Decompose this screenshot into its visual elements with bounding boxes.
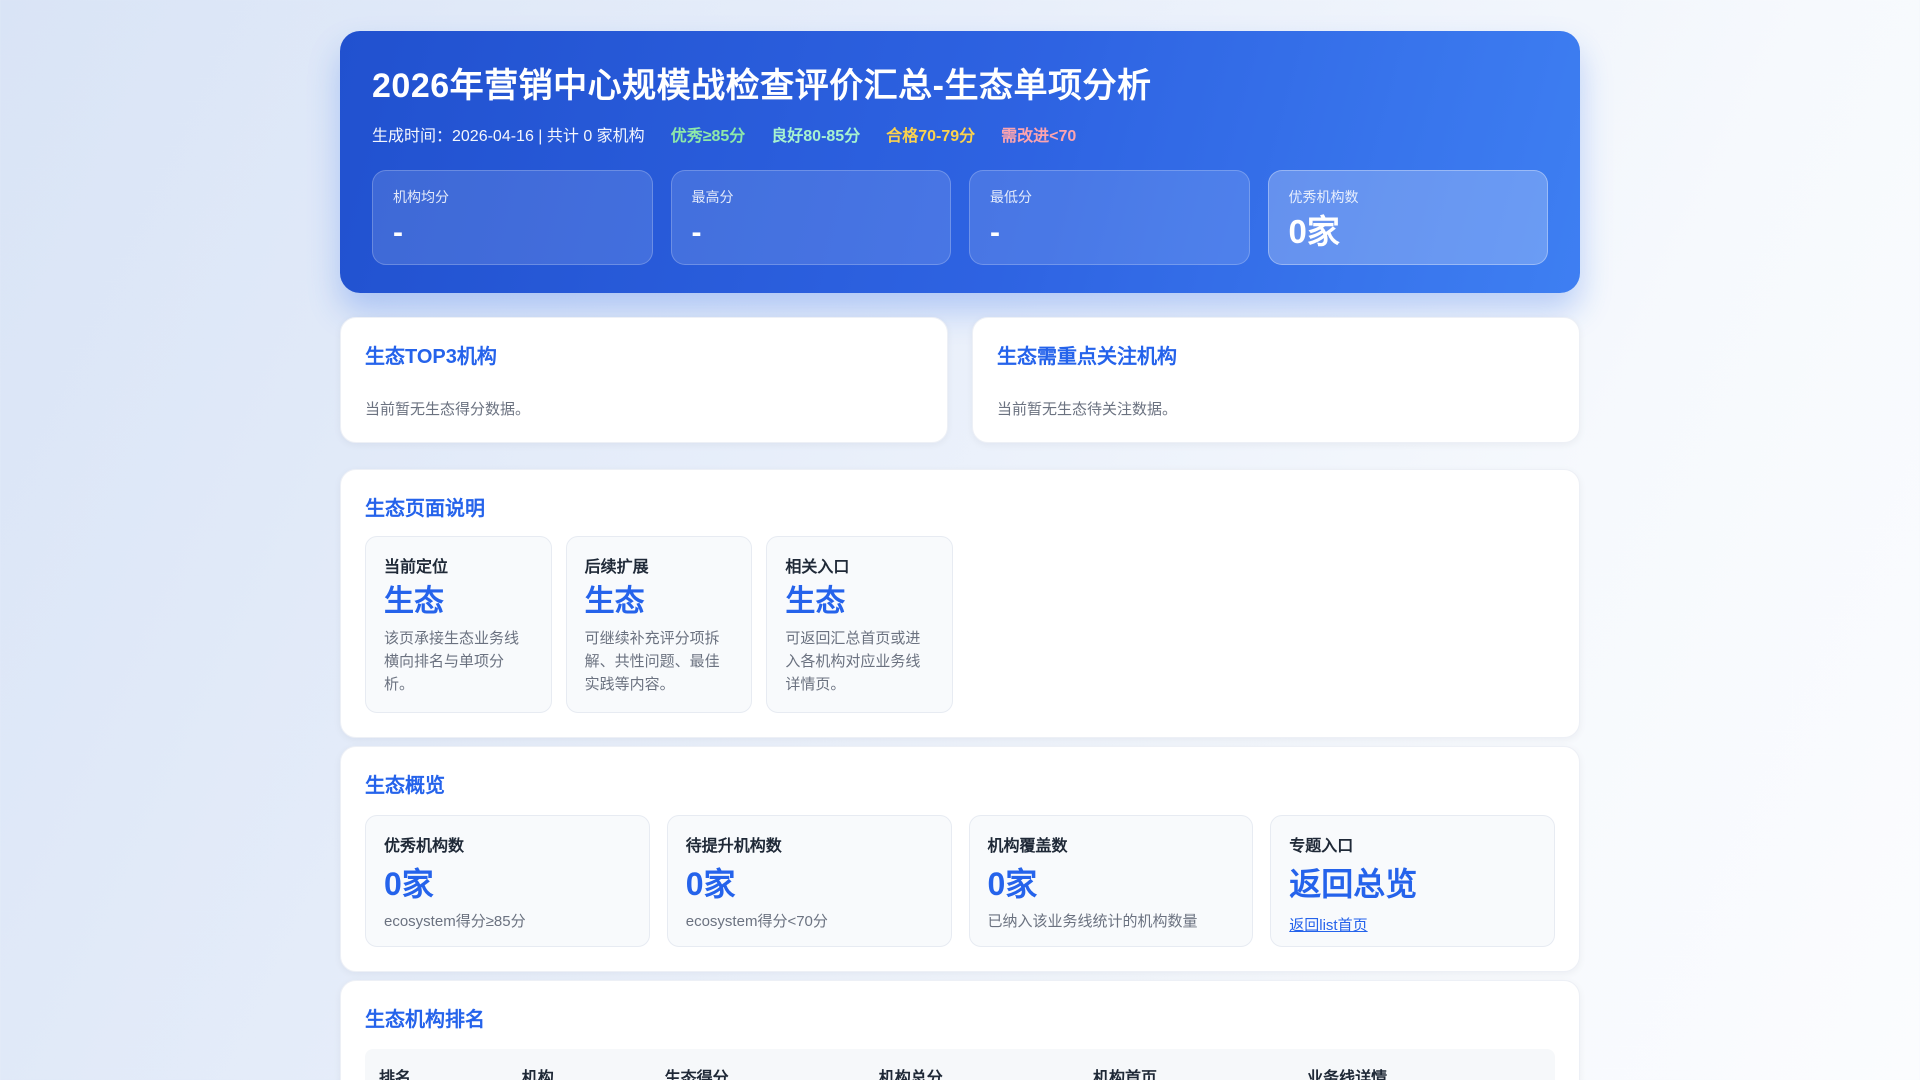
note-label: 相关入口 bbox=[785, 559, 850, 576]
overview-label: 专题入口 bbox=[1289, 838, 1354, 856]
note-label: 当前定位 bbox=[384, 559, 449, 576]
stat-value: 0家 bbox=[1288, 212, 1340, 250]
report-meta: 生成时间：2026-04-16 | 共计 0 家机构 优秀≥85分 良好80-8… bbox=[372, 122, 1548, 146]
page-title: 2026年营销中心规模战检查评价汇总-生态单项分析 bbox=[372, 67, 1152, 105]
top3-empty-text: 当前暂无生态得分数据。 bbox=[365, 401, 531, 418]
back-to-overview-link[interactable]: 返回总览 bbox=[1289, 864, 1536, 904]
col-institution-home: 机构首页 bbox=[1092, 1070, 1157, 1080]
note-card-current-position: 当前定位 生态 该页承接生态业务线横向排名与单项分析。 bbox=[365, 536, 552, 714]
note-card-related-entry: 相关入口 生态 可返回汇总首页或进入各机构对应业务线详情页。 bbox=[766, 536, 953, 714]
ranking-table: 排名 机构 生态得分 机构总分 机构首页 业务线详情 bbox=[365, 1049, 1555, 1080]
stat-card-avg-score: 机构均分 - bbox=[372, 169, 653, 265]
focus-card: 生态需重点关注机构 当前暂无生态待关注数据。 bbox=[972, 317, 1580, 443]
stat-label: 最高分 bbox=[691, 188, 734, 205]
focus-title: 生态需重点关注机构 bbox=[997, 346, 1177, 368]
overview-label: 待提升机构数 bbox=[685, 838, 782, 856]
stat-card-max-score: 最高分 - bbox=[670, 169, 951, 265]
overview-card-coverage-count: 机构覆盖数 0家 已纳入该业务线统计的机构数量 bbox=[968, 815, 1254, 948]
summary-cards-row: 生态TOP3机构 当前暂无生态得分数据。 生态需重点关注机构 当前暂无生态待关注… bbox=[340, 317, 1580, 443]
col-rank: 排名 bbox=[379, 1070, 412, 1080]
note-desc: 该页承接生态业务线横向排名与单项分析。 bbox=[384, 629, 520, 694]
ranking-title: 生态机构排名 bbox=[365, 1009, 485, 1032]
overview-card: 生态概览 优秀机构数 0家 ecosystem得分≥85分 待提升机构数 0家 … bbox=[340, 746, 1580, 973]
ranking-card: 生态机构排名 排名 机构 生态得分 机构总分 机构首页 业务线详情 bbox=[340, 980, 1580, 1080]
generated-time-text: 生成时间：2026-04-16 | 共计 0 家机构 bbox=[372, 127, 645, 145]
focus-empty-text: 当前暂无生态待关注数据。 bbox=[997, 401, 1178, 418]
stat-card-excellent-count: 优秀机构数 0家 bbox=[1267, 169, 1548, 265]
stat-card-min-score: 最低分 - bbox=[969, 169, 1250, 265]
note-value: 生态 bbox=[384, 585, 444, 618]
report-page: 2026年营销中心规模战检查评价汇总-生态单项分析 生成时间：2026-04-1… bbox=[340, 0, 1580, 1080]
stat-value: - bbox=[990, 215, 1000, 249]
hero-stats-row: 机构均分 - 最高分 - 最低分 - 优秀机构数 0家 bbox=[372, 169, 1548, 265]
overview-desc: ecosystem得分<70分 bbox=[685, 913, 828, 931]
col-institution: 机构 bbox=[521, 1070, 554, 1080]
note-value: 生态 bbox=[584, 585, 645, 618]
stat-label: 优秀机构数 bbox=[1288, 188, 1359, 205]
overview-title: 生态概览 bbox=[365, 775, 445, 798]
overview-label: 机构覆盖数 bbox=[987, 838, 1068, 856]
overview-value: 0家 bbox=[987, 866, 1038, 903]
legend-improve: 需改进<70 bbox=[1001, 127, 1077, 145]
legend-good: 良好80-85分 bbox=[771, 127, 861, 145]
note-label: 后续扩展 bbox=[584, 559, 649, 576]
overview-value: 0家 bbox=[685, 866, 736, 903]
legend-pass: 合格70-79分 bbox=[886, 127, 976, 145]
col-total-score: 机构总分 bbox=[878, 1070, 943, 1080]
stat-label: 最低分 bbox=[990, 188, 1032, 205]
note-desc: 可返回汇总首页或进入各机构对应业务线详情页。 bbox=[785, 629, 921, 694]
report-header: 2026年营销中心规模战检查评价汇总-生态单项分析 生成时间：2026-04-1… bbox=[340, 31, 1580, 293]
overview-desc: ecosystem得分≥85分 bbox=[384, 913, 526, 931]
page-notes-card: 生态页面说明 当前定位 生态 该页承接生态业务线横向排名与单项分析。 后续扩展 … bbox=[340, 469, 1580, 739]
back-to-list-link[interactable]: 返回list首页 bbox=[1289, 914, 1367, 935]
note-desc: 可继续补充评分项拆解、共性问题、最佳实践等内容。 bbox=[584, 629, 720, 694]
overview-label: 优秀机构数 bbox=[384, 838, 465, 856]
note-card-future-expansion: 后续扩展 生态 可继续补充评分项拆解、共性问题、最佳实践等内容。 bbox=[565, 536, 753, 714]
note-value: 生态 bbox=[785, 585, 846, 618]
stat-value: - bbox=[691, 215, 702, 249]
overview-value: 0家 bbox=[384, 866, 434, 903]
overview-card-improve-count: 待提升机构数 0家 ecosystem得分<70分 bbox=[666, 815, 952, 948]
stat-label: 机构均分 bbox=[393, 188, 449, 205]
legend-excellent: 优秀≥85分 bbox=[670, 127, 746, 145]
page-notes-grid: 当前定位 生态 该页承接生态业务线横向排名与单项分析。 后续扩展 生态 可继续补… bbox=[365, 536, 1555, 714]
page-notes-title: 生态页面说明 bbox=[365, 498, 485, 520]
overview-card-topic-entry: 专题入口 返回总览 返回list首页 bbox=[1270, 815, 1555, 948]
top3-card: 生态TOP3机构 当前暂无生态得分数据。 bbox=[340, 317, 948, 443]
stat-value: - bbox=[393, 215, 403, 249]
top3-title: 生态TOP3机构 bbox=[365, 346, 497, 368]
ranking-table-header: 排名 机构 生态得分 机构总分 机构首页 业务线详情 bbox=[365, 1049, 1555, 1080]
overview-card-excellent-count: 优秀机构数 0家 ecosystem得分≥85分 bbox=[365, 815, 650, 948]
col-business-detail: 业务线详情 bbox=[1307, 1070, 1388, 1080]
overview-grid: 优秀机构数 0家 ecosystem得分≥85分 待提升机构数 0家 ecosy… bbox=[365, 815, 1555, 948]
col-eco-score: 生态得分 bbox=[664, 1070, 729, 1080]
overview-desc: 已纳入该业务线统计的机构数量 bbox=[987, 913, 1198, 931]
